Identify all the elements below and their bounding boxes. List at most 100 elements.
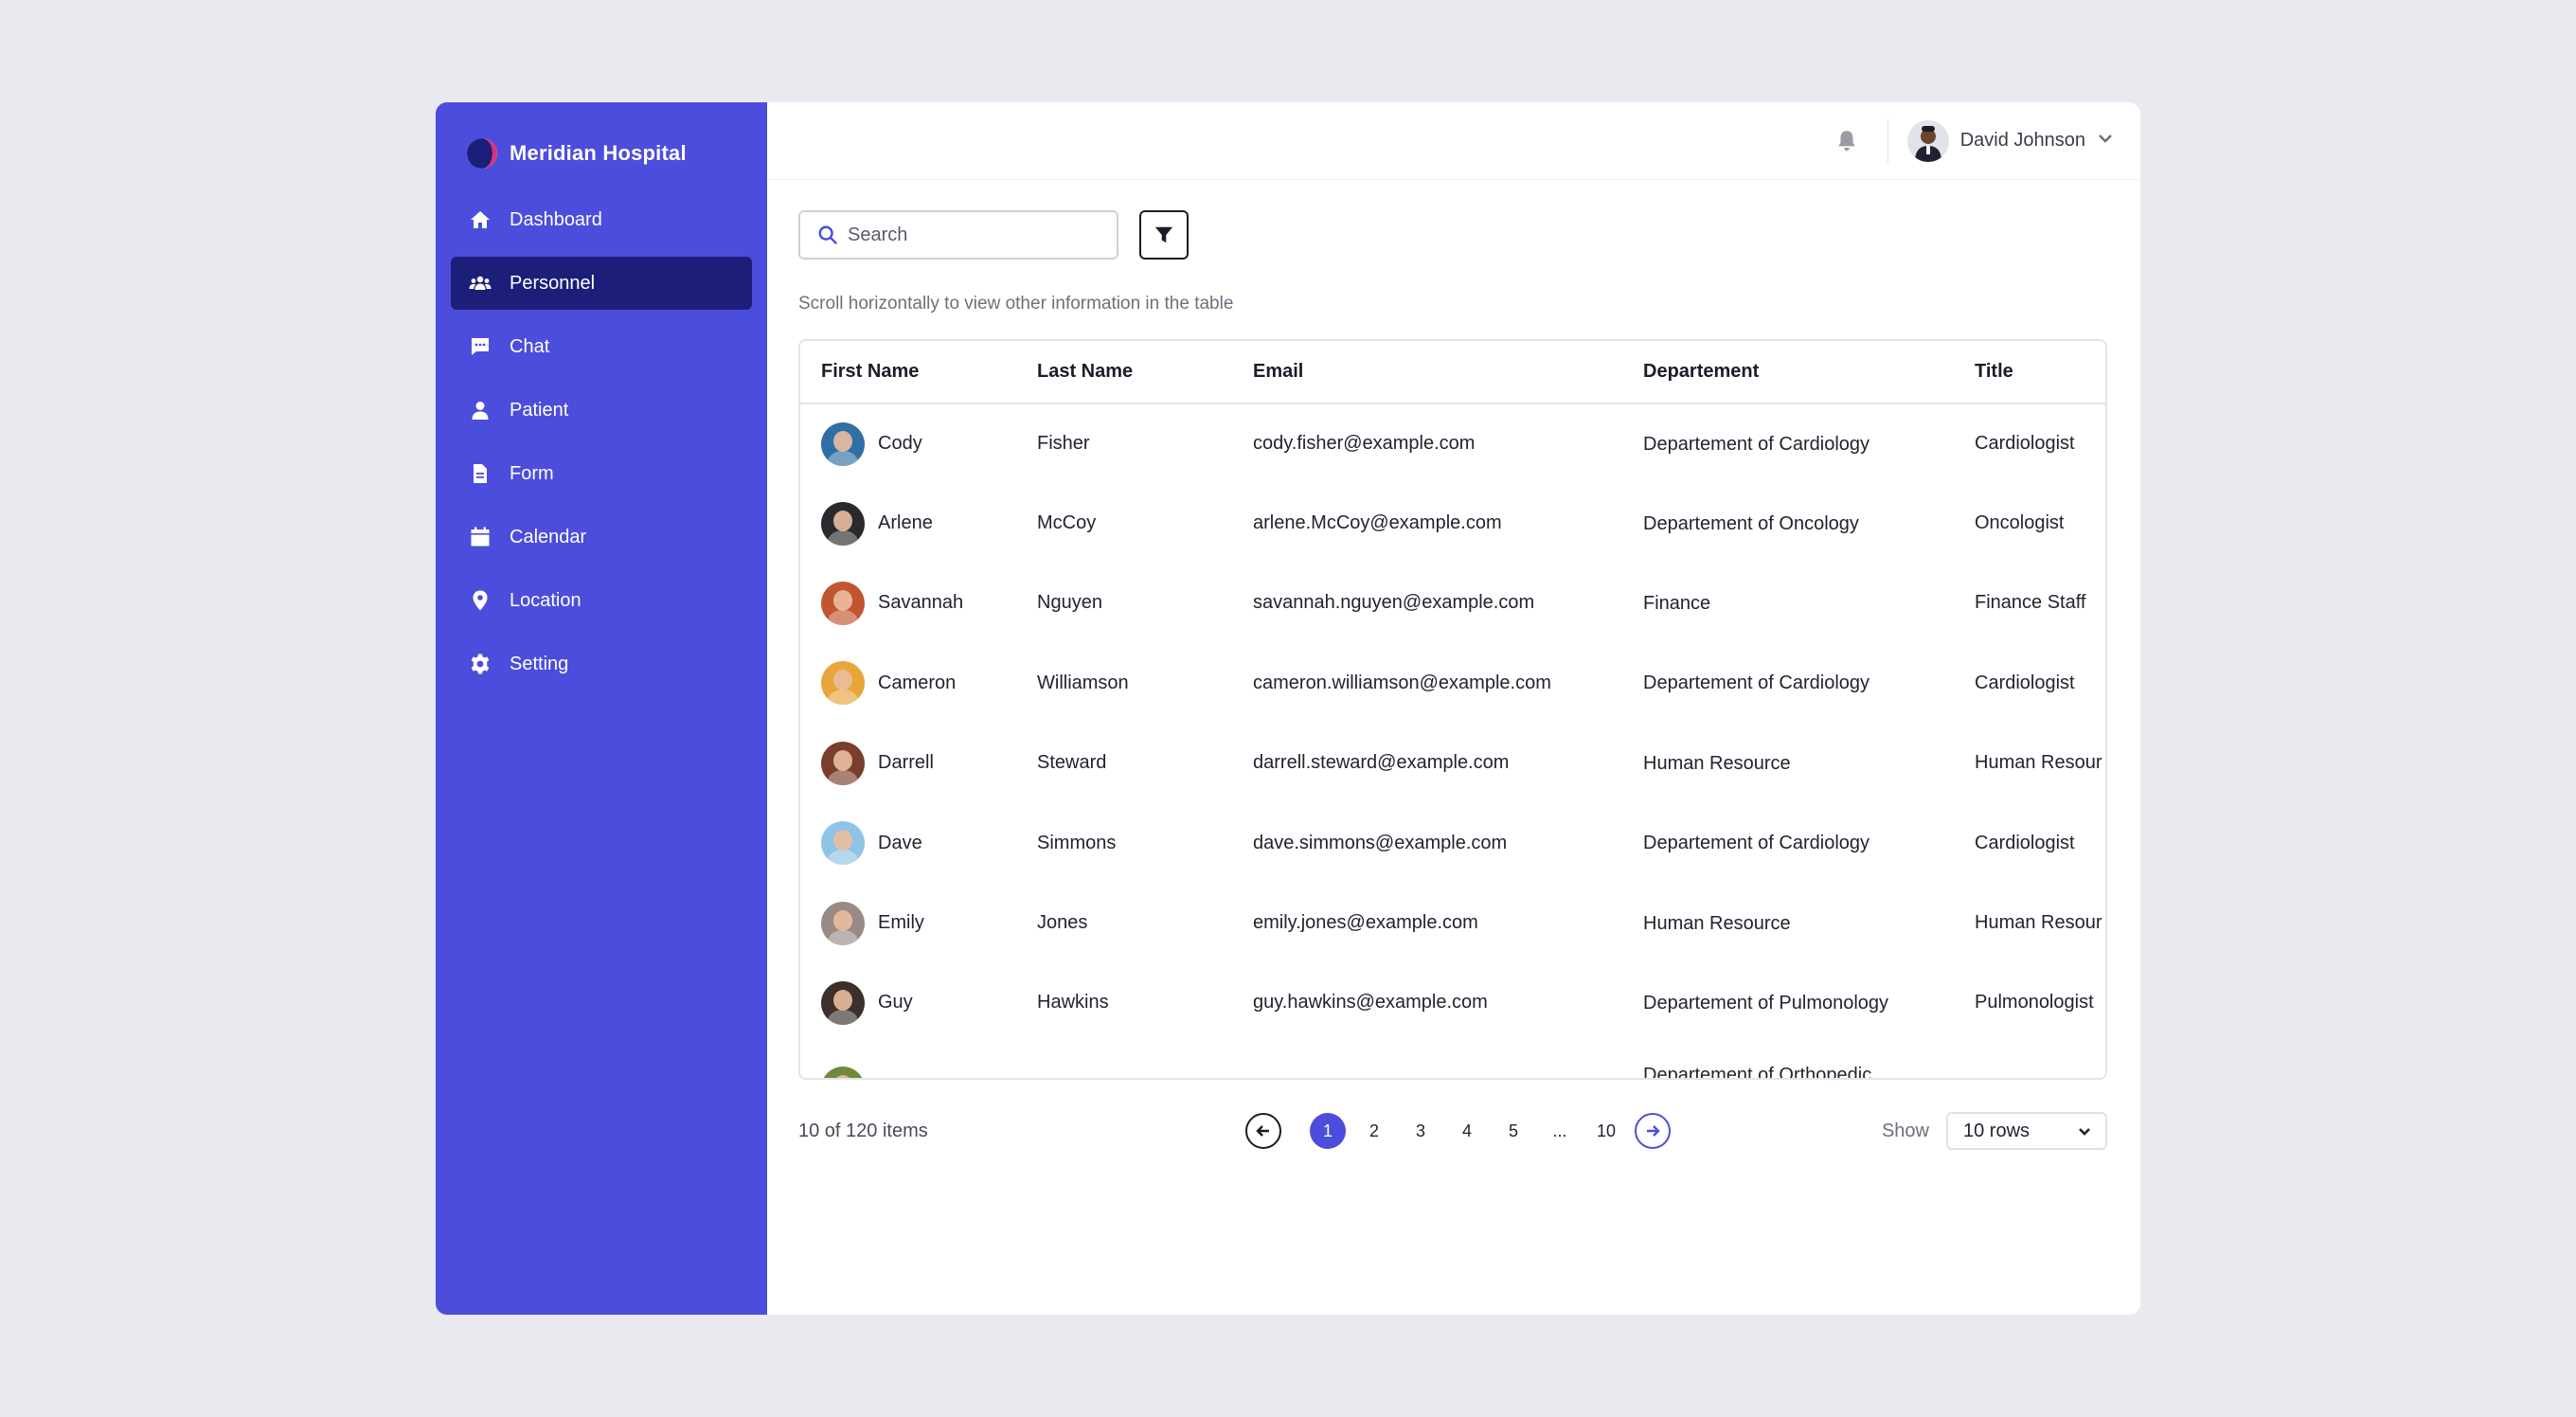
first-name: Darrell [878,752,934,774]
sidebar-item-patient[interactable]: Patient [451,384,752,437]
sidebar-item-chat[interactable]: Chat [451,320,752,373]
chevron-down-icon [2097,130,2114,152]
page-2-button[interactable]: 2 [1356,1113,1392,1149]
sidebar-item-form[interactable]: Form [451,447,752,500]
brand-name: Meridian Hospital [510,141,687,165]
table-row[interactable]: Emily Jones emily.jones@example.com Human R… [800,883,2105,962]
cell-email: savannah.nguyen@example.com [1253,592,1535,614]
cell-departement: Departement of Pulmonology [1643,992,1889,1013]
page-10-button[interactable]: 10 [1588,1113,1624,1149]
page-3-button[interactable]: 3 [1403,1113,1439,1149]
chevron-down-icon [2079,1128,2090,1136]
avatar [821,821,865,866]
cell-departement: Departement of Orthopedic Surgeon [1643,1065,1872,1080]
cell-departement: Finance [1643,592,1711,614]
column-header-email[interactable]: Email [1232,341,1622,404]
brand[interactable]: Meridian Hospital [451,135,752,172]
name-cell: Emily [821,901,1016,945]
table-row[interactable]: Cody Fisher cody.fisher@example.com Departe… [800,404,2105,483]
sidebar-item-label: Patient [510,399,569,421]
filter-button[interactable] [1139,210,1189,260]
table-row[interactable]: Guy Hawkins guy.hawkins@example.com Departe… [800,963,2105,1043]
cell-last-name: Hawkins [1037,992,1109,1013]
cell-first-name: Guy [800,963,1016,1043]
people-icon [468,271,492,296]
cell-departement: Human Resource [1643,752,1791,774]
cell-title: Human Resour [1975,752,2102,774]
sidebar-item-setting[interactable]: Setting [451,637,752,691]
calendar-icon [468,525,492,549]
bell-icon[interactable] [1833,127,1861,155]
top-bar-divider [1887,117,1888,164]
first-name: Arlene [878,512,933,534]
pagination: 1 2 3 4 5 ... 10 [1245,1113,1671,1149]
table-body: Cody Fisher cody.fisher@example.com Departe… [800,404,2105,1080]
cell-first-name: Savannah [800,564,1016,643]
page-4-button[interactable]: 4 [1449,1113,1485,1149]
search-icon [818,225,838,245]
cell-title: Cardiologist [1975,832,2075,853]
column-header-first-name[interactable]: First Name [800,341,1016,404]
cell-email: dave.simmons@example.com [1253,832,1508,853]
table-row[interactable]: Savannah Nguyen savannah.nguyen@example.co… [800,564,2105,643]
cell-email: arlene.McCoy@example.com [1253,512,1502,534]
sidebar-item-dashboard[interactable]: Dashboard [451,193,752,246]
items-count: 10 of 120 items [798,1120,928,1141]
cell-first-name: John [800,1043,1016,1079]
cell-departement: Departement of Cardiology [1643,673,1870,694]
first-name: Cameron [878,672,957,693]
cell-title: Cardiologist [1975,433,2075,455]
table-row[interactable]: John Russelljohn.russell@example.com Depa… [800,1043,2105,1080]
search-box [798,210,1118,260]
avatar [821,741,865,785]
name-cell: John [821,1067,1016,1079]
user-name: David Johnson [1959,130,2085,151]
table-row[interactable]: Arlene McCoy arlene.McCoy@example.com Depar… [800,483,2105,563]
user-menu[interactable]: David Johnson [1906,119,2114,162]
cell-first-name: Emily [800,883,1016,962]
avatar [821,980,865,1025]
cell-last-name: Simmons [1037,832,1117,853]
name-cell: Dave [821,821,1016,866]
table-row[interactable]: Dave Simmons dave.simmons@example.com Depar… [800,803,2105,883]
sidebar-item-label: Personnel [510,272,596,294]
personnel-table-container[interactable]: First Name Last Name Email Departement T… [798,339,2107,1080]
column-header-last-name[interactable]: Last Name [1016,341,1232,404]
sidebar-item-calendar[interactable]: Calendar [451,511,752,564]
name-cell: Savannah [821,581,1016,625]
cell-last-name: Jones [1037,912,1088,934]
previous-page-button[interactable] [1245,1113,1281,1149]
cell-first-name: Arlene [800,483,1016,563]
cell-departement: Departement of Cardiology [1643,833,1870,854]
avatar [1906,119,1949,162]
rows-per-page-value: 10 rows [1963,1120,2030,1141]
cell-title: Pulmonologist [1975,992,2094,1013]
search-input[interactable] [848,224,1094,246]
column-header-title[interactable]: Title [1954,341,2105,404]
cell-departement: Human Resource [1643,912,1791,934]
cell-departement: Departement of Oncology [1643,512,1859,534]
name-cell: Cody [821,422,1016,466]
sidebar-item-label: Setting [510,653,569,674]
sidebar-item-personnel[interactable]: Personnel [451,257,752,310]
cell-email: darrell.steward@example.com [1253,752,1510,774]
sidebar-item-label: Location [510,589,581,611]
cell-email: guy.hawkins@example.com [1253,992,1488,1013]
cell-last-name: Steward [1037,752,1107,774]
page-5-button[interactable]: 5 [1495,1113,1531,1149]
first-name: John [878,1078,919,1079]
page-1-button[interactable]: 1 [1310,1113,1346,1149]
table-row[interactable]: Cameron Williamson cameron.williamson@exam… [800,643,2105,723]
sidebar-item-location[interactable]: Location [451,574,752,627]
cell-last-name: Williamson [1037,672,1129,693]
next-page-button[interactable] [1635,1113,1671,1149]
main-content: David Johnson Scroll horizontally to vie… [767,102,2140,1315]
column-header-departement[interactable]: Departement [1622,341,1954,404]
rows-per-page-select[interactable]: 10 rows [1946,1112,2107,1150]
cell-email: cody.fisher@example.com [1253,433,1476,455]
show-label: Show [1881,1120,1929,1141]
sidebar-item-label: Form [510,462,554,484]
sidebar: Meridian Hospital Dashboard Personnel Ch… [436,102,767,1315]
table-row[interactable]: Darrell Steward darrell.steward@example.co… [800,724,2105,803]
first-name: Cody [878,433,922,455]
